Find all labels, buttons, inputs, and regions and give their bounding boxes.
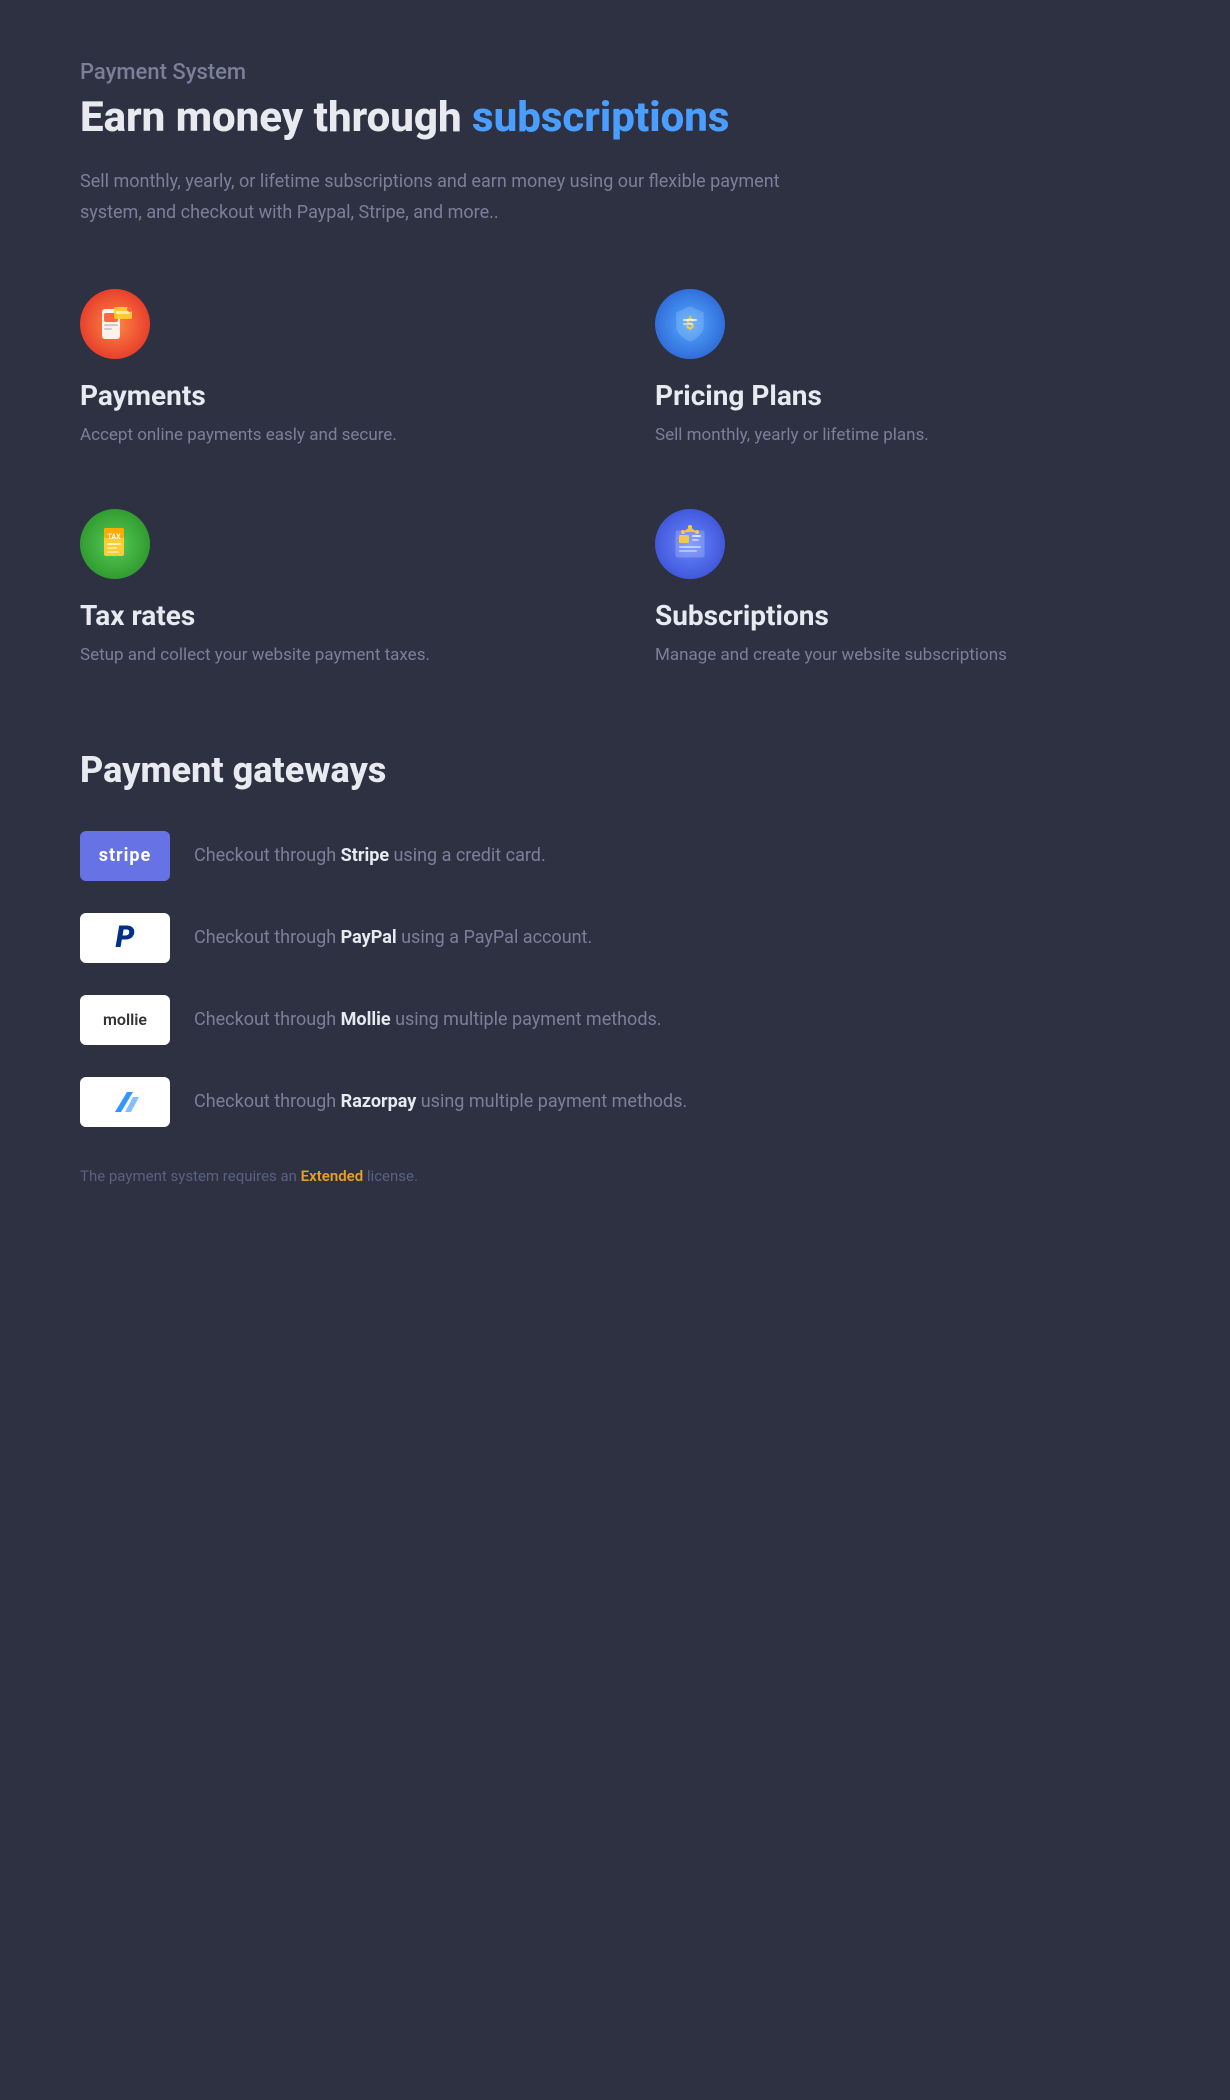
gateway-razorpay: Checkout through Razorpay using multiple… <box>80 1077 1150 1127</box>
gateway-paypal: P Checkout through PayPal using a PayPal… <box>80 913 1150 963</box>
stripe-brand: Stripe <box>341 845 389 866</box>
paypal-text-end: using a PayPal account. <box>397 927 593 948</box>
razorpay-logo-svg <box>105 1087 145 1117</box>
paypal-text: Checkout through PayPal using a PayPal a… <box>194 927 592 948</box>
razorpay-brand: Razorpay <box>341 1091 417 1112</box>
paypal-logo: P <box>80 913 170 963</box>
pricing-icon-svg: $ <box>669 303 711 345</box>
stripe-text: Checkout through Stripe using a credit c… <box>194 845 546 866</box>
section-header: Payment System Earn money through subscr… <box>80 60 1150 229</box>
feature-subscriptions-desc: Manage and create your website subscript… <box>655 642 1150 669</box>
main-heading: Earn money through subscriptions <box>80 93 1150 143</box>
feature-payments-desc: Accept online payments easly and secure. <box>80 422 575 449</box>
payments-icon-svg <box>94 303 136 345</box>
tax-icon-svg: TAX <box>94 523 136 565</box>
footer-note-end: license. <box>363 1167 418 1185</box>
paypal-brand: PayPal <box>341 927 397 948</box>
feature-payments-title: Payments <box>80 379 575 412</box>
feature-subscriptions: Subscriptions Manage and create your web… <box>655 509 1150 669</box>
footer-note: The payment system requires an Extended … <box>80 1167 1150 1185</box>
mollie-text-start: Checkout through <box>194 1009 341 1030</box>
mollie-brand: Mollie <box>341 1009 391 1030</box>
stripe-logo-text: stripe <box>99 845 152 866</box>
razorpay-text: Checkout through Razorpay using multiple… <box>194 1091 687 1112</box>
heading-start: Earn money through <box>80 93 472 142</box>
mollie-text-end: using multiple payment methods. <box>391 1009 662 1030</box>
razorpay-text-end: using multiple payment methods. <box>416 1091 687 1112</box>
feature-tax-title: Tax rates <box>80 599 575 632</box>
feature-pricing-title: Pricing Plans <box>655 379 1150 412</box>
stripe-logo: stripe <box>80 831 170 881</box>
stripe-text-end: using a credit card. <box>389 845 546 866</box>
svg-text:TAX: TAX <box>107 533 121 541</box>
feature-tax: TAX Tax rates Setup and collect your web… <box>80 509 575 669</box>
features-grid: Payments Accept online payments easly an… <box>80 289 1150 669</box>
tax-icon: TAX <box>80 509 150 579</box>
feature-payments: Payments Accept online payments easly an… <box>80 289 575 449</box>
mollie-logo-text: mollie <box>103 1010 147 1029</box>
mollie-text: Checkout through Mollie using multiple p… <box>194 1009 662 1030</box>
gateways-section: Payment gateways stripe Checkout through… <box>80 749 1150 1127</box>
mollie-logo: mollie <box>80 995 170 1045</box>
feature-subscriptions-title: Subscriptions <box>655 599 1150 632</box>
feature-pricing-desc: Sell monthly, yearly or lifetime plans. <box>655 422 1150 449</box>
gateway-stripe: stripe Checkout through Stripe using a c… <box>80 831 1150 881</box>
heading-accent: subscriptions <box>472 93 729 142</box>
subscriptions-icon <box>655 509 725 579</box>
extended-label: Extended <box>301 1167 364 1185</box>
subscriptions-icon-svg <box>669 523 711 565</box>
pricing-icon: $ <box>655 289 725 359</box>
description-text: Sell monthly, yearly, or lifetime subscr… <box>80 167 780 228</box>
section-label: Payment System <box>80 60 1150 85</box>
feature-pricing: $ Pricing Plans Sell monthly, yearly or … <box>655 289 1150 449</box>
razorpay-text-start: Checkout through <box>194 1091 341 1112</box>
stripe-text-start: Checkout through <box>194 845 341 866</box>
gateways-title: Payment gateways <box>80 749 1150 791</box>
feature-tax-desc: Setup and collect your website payment t… <box>80 642 575 669</box>
footer-note-start: The payment system requires an <box>80 1167 301 1185</box>
razorpay-logo <box>80 1077 170 1127</box>
gateway-mollie: mollie Checkout through Mollie using mul… <box>80 995 1150 1045</box>
paypal-logo-text: P <box>116 920 135 955</box>
paypal-text-start: Checkout through <box>194 927 341 948</box>
payments-icon <box>80 289 150 359</box>
